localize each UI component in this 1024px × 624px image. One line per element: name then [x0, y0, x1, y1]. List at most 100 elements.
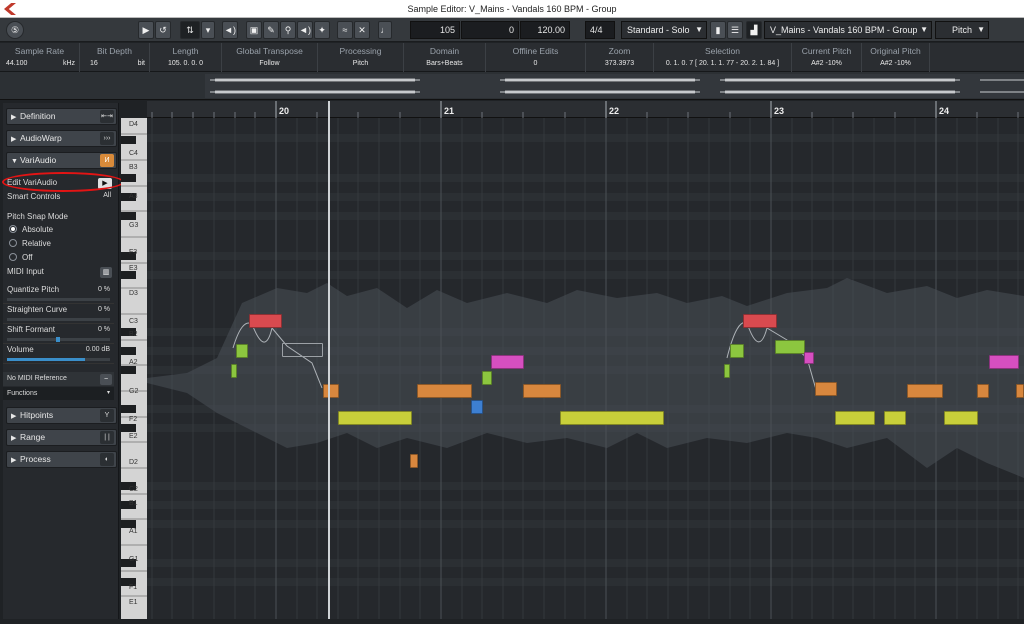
expand-triangle-icon: ▶	[11, 413, 17, 420]
pitch-select[interactable]: Pitch ▼	[935, 21, 989, 39]
note-segment-orange[interactable]	[815, 382, 837, 396]
algorithm-select[interactable]: Standard - Solo ▼	[621, 21, 707, 39]
note-segment-magenta[interactable]	[989, 355, 1019, 369]
note-segment-orange[interactable]	[523, 384, 561, 398]
tempo-field[interactable]: 105	[410, 21, 460, 39]
snap-off-option[interactable]: Off	[3, 253, 114, 265]
bpm-field[interactable]: 120.00	[520, 21, 570, 39]
note-segment-yellow[interactable]	[884, 411, 906, 425]
musical-mode-icon[interactable]: ♩	[378, 21, 392, 39]
note-segment-selected[interactable]	[282, 343, 323, 357]
info-offline-edits[interactable]: Offline Edits 0	[486, 43, 586, 72]
note-segment-orange[interactable]	[977, 384, 989, 398]
hitpoints-icon[interactable]: Y	[100, 409, 114, 422]
section-definition[interactable]: ▶ Definition ⇤⇥	[6, 108, 117, 125]
info-length[interactable]: Length 105. 0. 0. 0	[150, 43, 222, 72]
midi-input-row[interactable]: MIDI Input ▥	[3, 267, 114, 279]
info-sample-rate[interactable]: Sample Rate 44.100 kHz	[0, 43, 80, 72]
note-segment-yellow[interactable]	[560, 411, 664, 425]
note-segment-orange[interactable]	[323, 384, 339, 398]
radio-selected-icon	[9, 225, 17, 233]
project-cursor[interactable]	[328, 101, 330, 619]
warp-icon[interactable]: ›››	[100, 132, 114, 145]
note-segment-yellow[interactable]	[835, 411, 875, 425]
pitch-edit-grid[interactable]	[147, 118, 1024, 619]
functions-dropdown[interactable]: Functions ▾	[3, 387, 114, 400]
info-processing[interactable]: Processing Pitch	[318, 43, 404, 72]
section-variaudio[interactable]: ▼ VariAudio И	[6, 152, 117, 169]
note-segment-orange[interactable]	[410, 454, 418, 468]
zoom-tool-icon[interactable]: ⚲	[280, 21, 296, 39]
note-segment-green[interactable]	[482, 371, 492, 385]
track-select[interactable]: V_Mains - Vandals 160 BPM - Group ▼	[764, 21, 932, 39]
key-label: D3	[129, 290, 138, 297]
note-segment-magenta[interactable]	[491, 355, 524, 369]
note-segment-green[interactable]	[724, 364, 730, 378]
midi-reference-row[interactable]: No MIDI Reference −	[3, 372, 114, 386]
info-zoom[interactable]: Zoom 373.3973	[586, 43, 654, 72]
scrub-tool-icon[interactable]: ✦	[314, 21, 330, 39]
play-tool-icon[interactable]: ◄)	[297, 21, 313, 39]
info-domain[interactable]: Domain Bars+Beats	[404, 43, 486, 72]
note-segment-orange[interactable]	[417, 384, 472, 398]
note-segment-yellow[interactable]	[944, 411, 978, 425]
note-segment-yellow[interactable]	[338, 411, 412, 425]
smart-controls-row[interactable]: Smart Controls All	[3, 192, 114, 204]
straighten-curve-slider[interactable]: Straighten Curve 0 %	[3, 305, 114, 324]
note-segment-orange[interactable]	[1016, 384, 1024, 398]
range-tool-icon[interactable]: ▣	[246, 21, 262, 39]
free-warp-icon[interactable]: ✕	[354, 21, 370, 39]
snap-icon[interactable]: ≈	[337, 21, 353, 39]
variaudio-icon[interactable]: И	[100, 154, 114, 167]
smart-controls-value[interactable]: All	[103, 192, 111, 199]
minus-icon[interactable]: −	[100, 374, 112, 385]
info-current-pitch[interactable]: Current Pitch A#2 -10%	[792, 43, 862, 72]
info-global-transpose[interactable]: Global Transpose Follow	[222, 43, 318, 72]
timeline-ruler[interactable]: 20 21 22 23 24	[147, 101, 1024, 118]
slider-track	[7, 298, 110, 301]
acoustic-feedback-icon[interactable]: ▮	[710, 21, 726, 39]
note-segment-green[interactable]	[730, 344, 744, 358]
key-label: G3	[129, 222, 139, 229]
midi-keyboard-icon[interactable]: ▥	[100, 267, 112, 278]
section-range[interactable]: ▶ Range | |	[6, 429, 117, 446]
note-segment-red[interactable]	[249, 314, 282, 328]
offset-field[interactable]: 0	[461, 21, 519, 39]
audition-icon[interactable]: ⇅	[180, 21, 200, 39]
volume-slider[interactable]: Volume 0.00 dB	[3, 345, 114, 364]
note-segment-magenta[interactable]	[804, 352, 814, 364]
process-icon[interactable]: ◐	[100, 453, 114, 466]
note-segment-blue[interactable]	[471, 400, 483, 414]
signature-field[interactable]: 4/4	[585, 21, 615, 39]
note-segment-green[interactable]	[236, 344, 248, 358]
independent-track-loop-icon[interactable]: ▟	[746, 21, 762, 39]
note-segment-red[interactable]	[743, 314, 777, 328]
snap-relative-option[interactable]: Relative	[3, 239, 114, 251]
fit-icon[interactable]: ⇤⇥	[100, 110, 114, 123]
info-bit-depth[interactable]: Bit Depth 16 bit	[80, 43, 150, 72]
key-label: E1	[129, 599, 138, 606]
audition-dropdown-icon[interactable]: ▾	[201, 21, 215, 39]
show-lanes-icon[interactable]: ☰	[727, 21, 743, 39]
section-process[interactable]: ▶ Process ◐	[6, 451, 117, 468]
section-audiowarp[interactable]: ▶ AudioWarp ›››	[6, 130, 117, 147]
shift-formant-slider[interactable]: Shift Formant 0 %	[3, 325, 114, 344]
piano-keyboard[interactable]: D4 C4 B3 A3 G3 F3 E3 D3 C3 B2 A2 G2 F2 E…	[121, 118, 147, 619]
note-segment-orange[interactable]	[907, 384, 943, 398]
section-hitpoints[interactable]: ▶ Hitpoints Y	[6, 407, 117, 424]
info-selection[interactable]: Selection 0. 1. 0. 7 [ 20. 1. 1. 77 - 20…	[654, 43, 792, 72]
slider-track	[7, 358, 110, 361]
overview-waveform[interactable]	[0, 72, 1024, 100]
draw-tool-icon[interactable]: ✎	[263, 21, 279, 39]
snap-absolute-option[interactable]: Absolute	[3, 225, 114, 237]
range-icon[interactable]: | |	[100, 431, 114, 444]
solo-icon[interactable]: ⑤	[6, 21, 24, 39]
play-icon[interactable]: ▶	[138, 21, 154, 39]
quantize-pitch-slider[interactable]: Quantize Pitch 0 %	[3, 285, 114, 304]
note-segment-green[interactable]	[231, 364, 237, 378]
note-segment-green[interactable]	[775, 340, 805, 354]
slider-knob[interactable]	[56, 337, 61, 342]
speaker-icon[interactable]: ◄)	[222, 21, 238, 39]
loop-icon[interactable]: ↺	[155, 21, 171, 39]
info-original-pitch[interactable]: Original Pitch A#2 -10%	[862, 43, 930, 72]
